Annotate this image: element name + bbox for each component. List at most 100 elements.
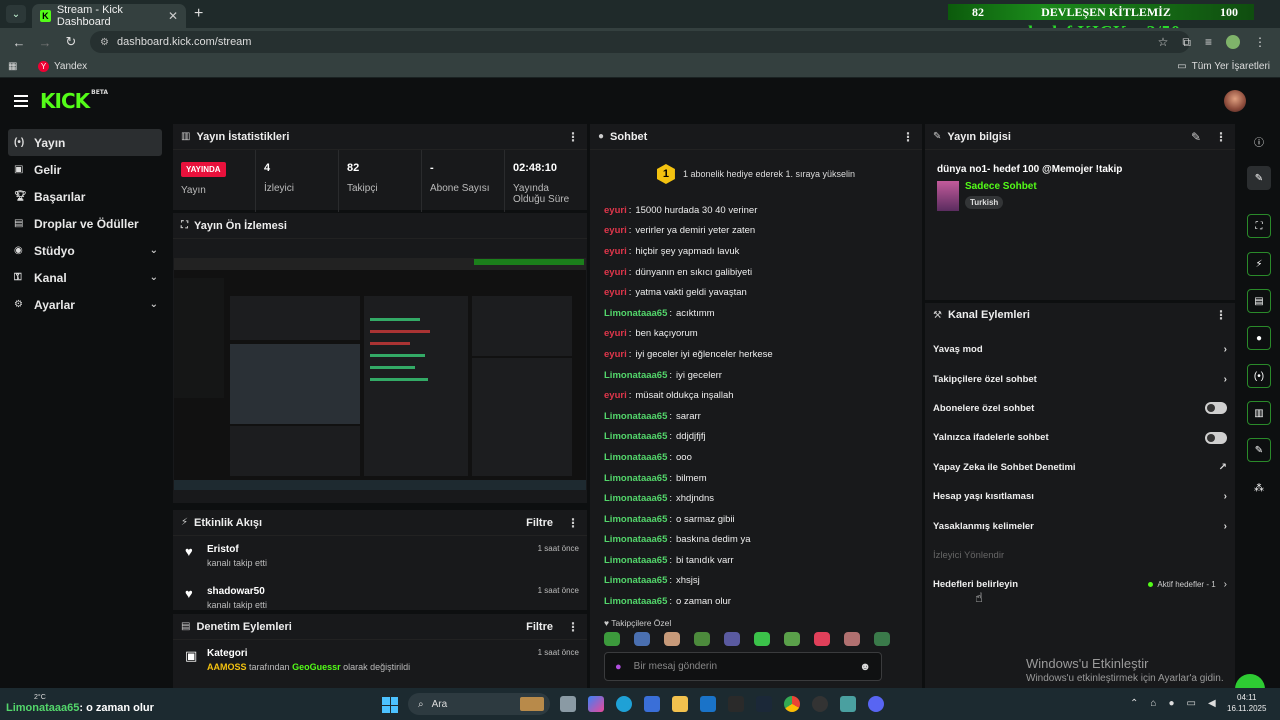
filter-button[interactable]: Filtre [526, 621, 553, 633]
action-account-age[interactable]: Hesap yaşı kısıtlaması › [925, 482, 1235, 511]
menu-hamburger-icon[interactable] [14, 95, 28, 107]
kick-logo[interactable]: KICK BETA [40, 89, 108, 113]
chat-username[interactable]: eyuri [604, 246, 627, 257]
preview-toggle-icon[interactable]: ⛶ [1247, 214, 1271, 238]
outlook-icon[interactable] [700, 696, 716, 712]
action-set-goals[interactable]: Hedefleri belirleyin Aktif hedefler - 1 › [925, 570, 1235, 599]
emote-icon[interactable] [634, 632, 650, 646]
emote-icon[interactable] [664, 632, 680, 646]
broadcast-toggle-icon[interactable]: (•) [1247, 364, 1271, 388]
emote-icon[interactable] [784, 632, 800, 646]
user-avatar[interactable] [1224, 90, 1246, 112]
wrench-toggle-icon[interactable]: ✎ [1247, 438, 1271, 462]
browser-menu-icon[interactable]: ⋮ [1254, 35, 1266, 50]
chrome-icon[interactable] [784, 696, 800, 712]
chat-username[interactable]: Limonataaa65 [604, 575, 667, 586]
store-icon[interactable] [644, 696, 660, 712]
task-view-icon[interactable] [560, 696, 576, 712]
subscribers-only-toggle[interactable] [1205, 402, 1227, 415]
microphone-icon[interactable]: ● [1168, 698, 1174, 709]
chat-username[interactable]: Limonataaa65 [604, 452, 667, 463]
profile-avatar[interactable] [1226, 35, 1240, 49]
taskbar-search[interactable]: ⌕ Ara [408, 693, 550, 715]
all-bookmarks[interactable]: ▭ Tüm Yer İşaretleri [1177, 61, 1270, 72]
edit-layout-icon[interactable]: ✎ [1247, 166, 1271, 190]
bookmark-yandex[interactable]: Y Yandex [38, 61, 87, 72]
chat-username[interactable]: Limonataaa65 [604, 370, 667, 381]
sidebar-item-studyo[interactable]: ◉ Stüdyo ⌄ [8, 237, 162, 264]
extensions-icon[interactable]: ⧉ [1182, 35, 1191, 50]
sidebar-item-ayarlar[interactable]: ⚙ Ayarlar ⌄ [8, 291, 162, 318]
chat-username[interactable]: eyuri [604, 328, 627, 339]
sidebar-item-yayin[interactable]: (•) Yayın [8, 129, 162, 156]
microphone-icon[interactable]: ● [615, 661, 622, 673]
lightning-toggle-icon[interactable]: ⚡ [1247, 252, 1271, 276]
emote-icon[interactable] [814, 632, 830, 646]
tab-list-button[interactable]: ⌄ [6, 5, 26, 23]
emote-only-toggle[interactable] [1205, 431, 1227, 444]
site-info-icon[interactable]: ⚙ [100, 37, 109, 48]
more-options-icon[interactable]: ⋮ [567, 620, 579, 634]
copilot-icon[interactable] [588, 696, 604, 712]
apps-grid-icon[interactable]: ▦ [8, 61, 20, 72]
more-options-icon[interactable]: ⋮ [567, 516, 579, 530]
action-followers-only[interactable]: Takipçilere özel sohbet › [925, 364, 1235, 393]
emoji-icon[interactable]: ☻ [859, 661, 871, 673]
back-icon[interactable]: ← [12, 35, 26, 50]
volume-icon[interactable]: ◀ [1208, 698, 1216, 709]
chat-username[interactable]: Limonataaa65 [604, 514, 667, 525]
windows-start-icon[interactable] [382, 697, 398, 713]
document-toggle-icon[interactable]: ▤ [1247, 289, 1271, 313]
chat-username[interactable]: eyuri [604, 349, 627, 360]
chat-username[interactable]: eyuri [604, 225, 627, 236]
info-icon[interactable]: ⓘ [1247, 129, 1271, 153]
bookmark-star-icon[interactable]: ☆ [1158, 35, 1169, 50]
chat-username[interactable]: Limonataaa65 [604, 534, 667, 545]
obs-icon[interactable] [812, 696, 828, 712]
browser-tab[interactable]: K Stream - Kick Dashboard ✕ [32, 4, 186, 28]
action-slow-mode[interactable]: Yavaş mod › [925, 335, 1235, 364]
new-tab-button[interactable]: + [194, 5, 203, 23]
more-options-icon[interactable]: ⋮ [567, 130, 579, 144]
url-field[interactable]: ⚙ dashboard.kick.com/stream [90, 31, 1190, 53]
emote-icon[interactable] [694, 632, 710, 646]
stream-preview-video[interactable] [174, 258, 586, 490]
taskbar-clock[interactable]: 04:11 16.11.2025 [1227, 692, 1266, 714]
more-options-icon[interactable]: ⋮ [902, 130, 914, 144]
forward-icon[interactable]: → [38, 35, 52, 50]
chat-username[interactable]: eyuri [604, 287, 627, 298]
sidebar-item-basarilar[interactable]: 🏆︎ Başarılar [8, 183, 162, 210]
steam-icon[interactable] [756, 696, 772, 712]
category-name[interactable]: Sadece Sohbet [965, 181, 1037, 192]
chat-toggle-icon[interactable]: ● [1247, 326, 1271, 350]
chat-username[interactable]: Limonataaa65 [604, 308, 667, 319]
stats-toggle-icon[interactable]: ▥ [1247, 401, 1271, 425]
chat-input[interactable]: ● Bir mesaj gönderin ☻ [604, 652, 882, 681]
emote-icon[interactable] [844, 632, 860, 646]
chat-username[interactable]: eyuri [604, 267, 627, 278]
reload-icon[interactable]: ↻ [64, 34, 78, 50]
sidebar-item-droplar[interactable]: ▤ Droplar ve Ödüller [8, 210, 162, 237]
emote-icon[interactable] [754, 632, 770, 646]
sidebar-item-kanal[interactable]: ⚿ Kanal ⌄ [8, 264, 162, 291]
gift-sub-notice[interactable]: 1 1 abonelik hediye ederek 1. sıraya yüks… [590, 150, 922, 198]
monitor-icon[interactable]: ▭ [1186, 698, 1195, 709]
edge-icon[interactable] [616, 696, 632, 712]
chat-username[interactable]: eyuri [604, 390, 627, 401]
chat-username[interactable]: Limonataaa65 [604, 473, 667, 484]
chat-username[interactable]: Limonataaa65 [604, 493, 667, 504]
chat-username[interactable]: Limonataaa65 [604, 431, 667, 442]
emote-icon[interactable] [874, 632, 890, 646]
chat-username[interactable]: Limonataaa65 [604, 555, 667, 566]
folder-icon[interactable] [672, 696, 688, 712]
reading-list-icon[interactable]: ≡ [1205, 35, 1212, 50]
action-ai-moderation[interactable]: Yapay Zeka ile Sohbet Denetimi ↗ [925, 453, 1235, 482]
chat-username[interactable]: eyuri [604, 205, 627, 216]
close-tab-icon[interactable]: ✕ [168, 9, 178, 23]
chat-username[interactable]: Limonataaa65 [604, 411, 667, 422]
app-icon[interactable] [840, 696, 856, 712]
sidebar-item-gelir[interactable]: ▣ Gelir [8, 156, 162, 183]
widgets-icon[interactable]: ⁂ [1247, 476, 1271, 500]
chat-username[interactable]: Limonataaa65 [604, 596, 667, 607]
more-options-icon[interactable]: ⋮ [1215, 308, 1227, 322]
